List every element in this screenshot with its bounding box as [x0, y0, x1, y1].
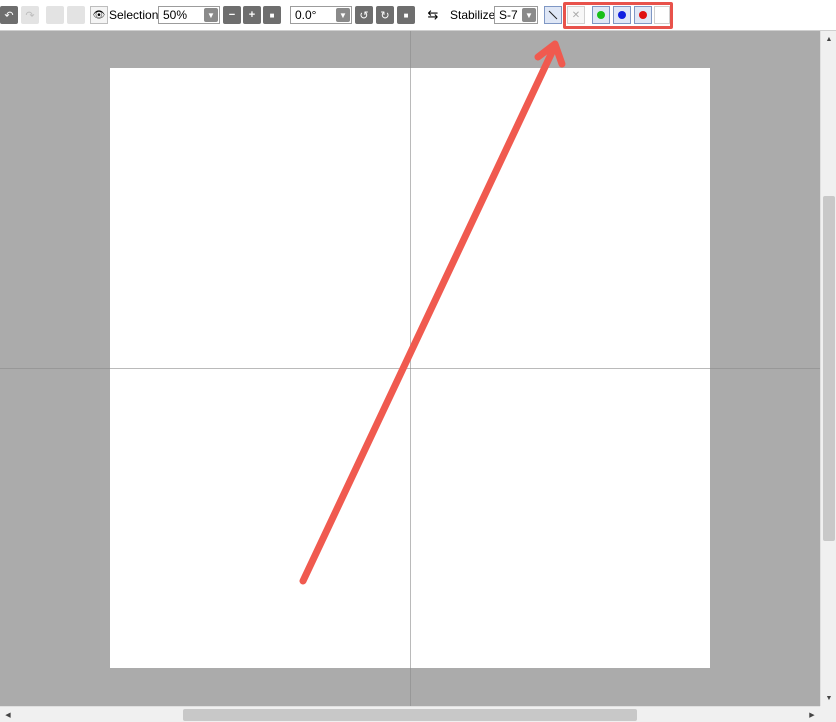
rotate-right-icon: ↻	[380, 9, 390, 22]
scroll-right-icon[interactable]: ▶	[806, 709, 818, 721]
horizontal-guide-line	[0, 368, 820, 369]
rotate-right-button[interactable]: ↻	[376, 6, 394, 24]
chevron-down-icon[interactable]: ▼	[336, 8, 350, 22]
zoom-in-button[interactable]: +	[243, 6, 261, 24]
scrollbar-corner	[820, 706, 836, 722]
minus-icon: −	[228, 9, 236, 21]
rotate-left-icon: ↺	[359, 9, 369, 22]
chevron-down-icon[interactable]: ▼	[522, 8, 536, 22]
vertical-scrollbar[interactable]: ▲ ▼	[820, 31, 836, 706]
canvas-area[interactable]	[0, 31, 820, 706]
annotation-highlight-box	[563, 2, 673, 29]
disabled-button-1[interactable]	[46, 6, 64, 24]
square-icon: ■	[403, 10, 409, 20]
vertical-scroll-thumb[interactable]	[823, 196, 835, 541]
eye-icon: 👁	[92, 9, 106, 21]
angle-value: 0.0°	[295, 8, 317, 22]
plus-icon: +	[248, 9, 256, 21]
disabled-button-2[interactable]	[67, 6, 85, 24]
stabilizer-label: Stabilizer	[450, 8, 500, 22]
undo-button[interactable]: ↶	[0, 6, 18, 24]
toolbar: ↶ ↷ 👁 Selection 50% ▼ − + ■ 0.0° ▼ ↺ ↻ ■…	[0, 0, 836, 31]
zoom-value: 50%	[163, 8, 188, 22]
angle-select[interactable]: 0.0° ▼	[290, 6, 352, 24]
scroll-down-icon[interactable]: ▼	[823, 692, 835, 704]
chevron-down-icon[interactable]: ▼	[204, 8, 218, 22]
line-icon	[548, 10, 558, 20]
stabilizer-value: S-7	[499, 8, 518, 22]
line-mode-toggle[interactable]	[544, 6, 562, 24]
horizontal-scrollbar[interactable]: ◀ ▶	[0, 706, 820, 722]
rotate-reset-button[interactable]: ■	[397, 6, 415, 24]
scroll-left-icon[interactable]: ◀	[2, 709, 14, 721]
flip-button[interactable]: ⇆	[424, 6, 442, 24]
flip-horizontal-icon: ⇆	[427, 7, 439, 22]
scroll-up-icon[interactable]: ▲	[823, 33, 835, 45]
view-mode-label: Selection	[109, 8, 159, 22]
square-icon: ■	[269, 10, 275, 20]
rotate-left-button[interactable]: ↺	[355, 6, 373, 24]
zoom-out-button[interactable]: −	[223, 6, 241, 24]
redo-button[interactable]: ↷	[21, 6, 39, 24]
view-mode-button[interactable]: 👁	[90, 6, 108, 24]
zoom-fit-button[interactable]: ■	[263, 6, 281, 24]
horizontal-scroll-thumb[interactable]	[183, 709, 637, 721]
stabilizer-select[interactable]: S-7 ▼	[494, 6, 538, 24]
redo-icon: ↷	[25, 9, 35, 22]
zoom-select[interactable]: 50% ▼	[158, 6, 220, 24]
undo-icon: ↶	[4, 9, 14, 22]
